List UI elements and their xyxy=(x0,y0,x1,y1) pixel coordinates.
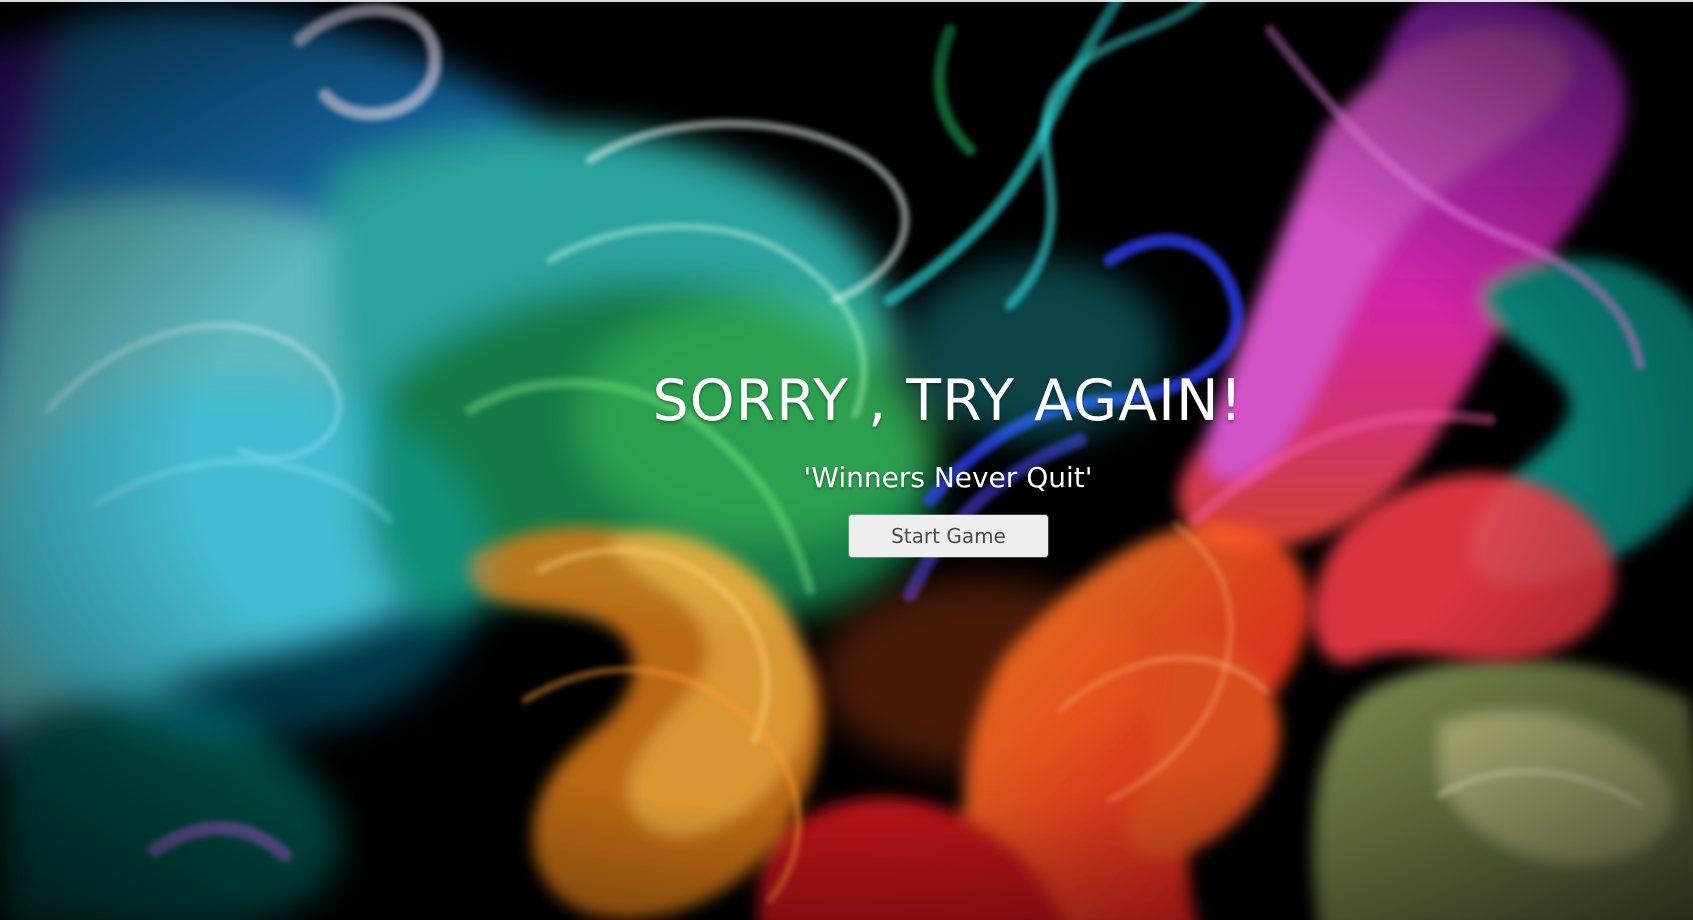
start-game-button[interactable]: Start Game xyxy=(849,515,1048,557)
message-panel: SORRY , TRY AGAIN! 'Winners Never Quit' … xyxy=(0,0,1693,920)
subtitle: 'Winners Never Quit' xyxy=(803,461,1093,494)
game-over-screen: SORRY , TRY AGAIN! 'Winners Never Quit' … xyxy=(0,0,1693,920)
page-title: SORRY , TRY AGAIN! xyxy=(652,368,1244,434)
